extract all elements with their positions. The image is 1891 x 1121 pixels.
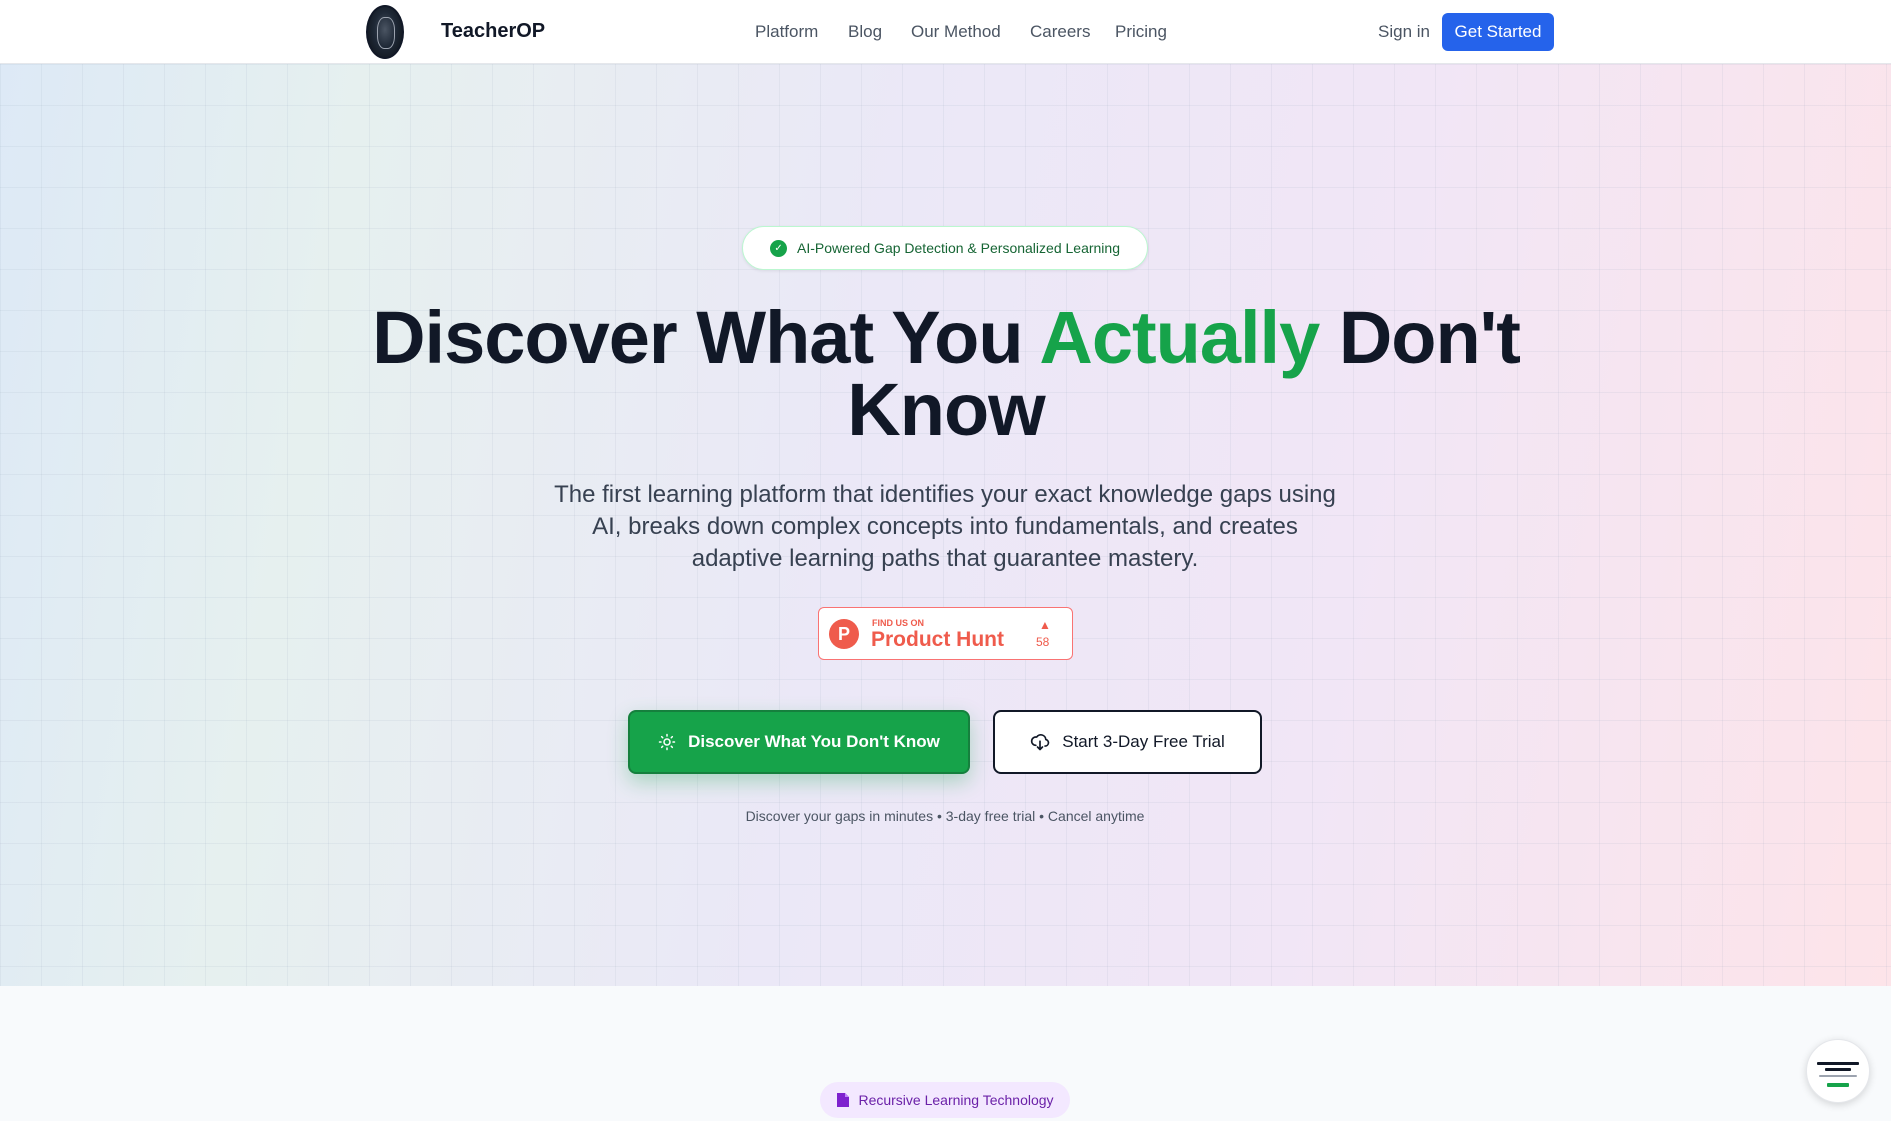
discover-button-label: Discover What You Don't Know — [688, 732, 940, 751]
free-trial-button-label: Start 3-Day Free Trial — [1062, 732, 1225, 751]
product-hunt-badge[interactable]: P FIND US ON Product Hunt ▲ 58 — [818, 607, 1073, 660]
feature-badge: ✓ AI-Powered Gap Detection & Personalize… — [742, 226, 1148, 270]
free-trial-button[interactable]: Start 3-Day Free Trial — [993, 710, 1262, 774]
check-badge-icon: ✓ — [770, 239, 788, 257]
nav-link-pricing[interactable]: Pricing — [1115, 22, 1167, 42]
get-started-button[interactable]: Get Started — [1442, 13, 1554, 51]
product-hunt-logo: P — [829, 619, 859, 649]
brand-logo[interactable] — [366, 5, 404, 59]
widget-preview-button — [1827, 1083, 1849, 1087]
hero-section: ✓ AI-Powered Gap Detection & Personalize… — [0, 64, 1891, 986]
discover-button[interactable]: Discover What You Don't Know — [628, 710, 970, 774]
nav-link-our-method[interactable]: Our Method — [911, 22, 1001, 42]
nav-link-platform[interactable]: Platform — [755, 22, 818, 42]
feature-badge-text: AI-Powered Gap Detection & Personalized … — [797, 240, 1120, 256]
cloud-download-icon — [1031, 734, 1050, 751]
section-badge: Recursive Learning Technology — [820, 1082, 1070, 1118]
brand-name[interactable]: TeacherOP — [441, 20, 545, 43]
hero-note: Discover your gaps in minutes • 3-day fr… — [745, 808, 1145, 824]
hero-headline: Discover What You Actually Don't Know — [346, 301, 1546, 447]
product-hunt-upvote-count: 58 — [1036, 635, 1050, 649]
headline-accent: Actually — [1039, 296, 1320, 379]
widget-preview-line — [1817, 1062, 1859, 1065]
nav-link-blog[interactable]: Blog — [848, 22, 882, 42]
triangle-up-icon: ▲ — [1039, 618, 1051, 632]
product-hunt-name: Product Hunt — [871, 628, 1004, 651]
widget-preview-line — [1819, 1075, 1857, 1077]
document-icon — [837, 1093, 850, 1107]
nav-link-careers[interactable]: Careers — [1030, 22, 1090, 42]
hero-subtext: The first learning platform that identif… — [554, 481, 1336, 572]
product-hunt-small-text: FIND US ON — [872, 618, 925, 628]
sign-in-link[interactable]: Sign in — [1378, 22, 1430, 42]
lightbulb-icon — [658, 733, 676, 751]
floating-preview-widget[interactable] — [1806, 1039, 1870, 1103]
widget-preview-line — [1825, 1068, 1851, 1071]
headline-part-1: Discover What You — [372, 296, 1040, 379]
section-badge-text: Recursive Learning Technology — [858, 1092, 1054, 1108]
top-navbar: TeacherOP Platform Blog Our Method Caree… — [0, 0, 1891, 64]
